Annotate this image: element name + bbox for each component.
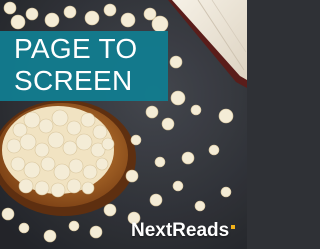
- brand-name: NextReads: [131, 220, 230, 241]
- title-line-2: SCREEN: [14, 65, 133, 96]
- nextreads-logo: NextReads: [131, 220, 236, 244]
- page-to-screen-tile: PAGE TO SCREEN NextReads: [0, 0, 247, 249]
- title-line-1: PAGE TO: [14, 33, 138, 64]
- brand-mark-square: [231, 225, 236, 229]
